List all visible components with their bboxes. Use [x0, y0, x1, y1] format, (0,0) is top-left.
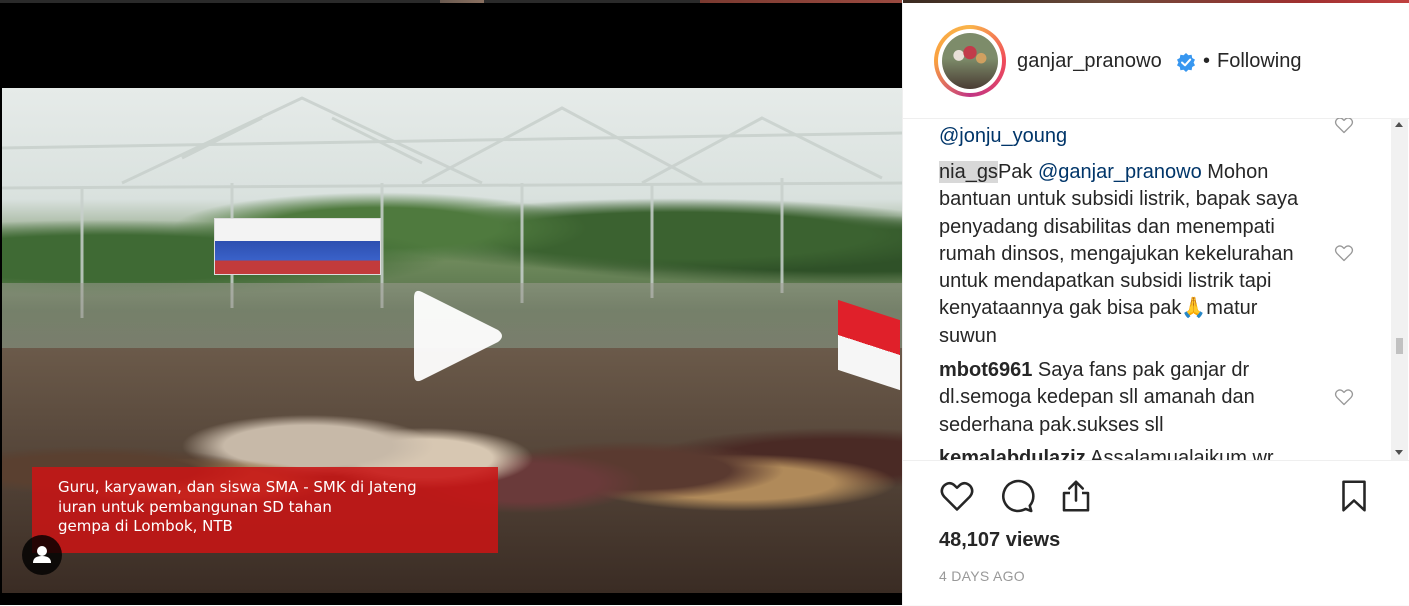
heart-icon[interactable] [939, 478, 975, 514]
comment-item: kemalabdulaziz Assalamualaikum wr [939, 445, 1339, 460]
play-icon [414, 290, 502, 382]
post-header: ganjar_pranowo • Following [903, 3, 1409, 119]
comment-item: mbot6961 Saya fans pak ganjar dr dl.semo… [939, 357, 1311, 439]
top-edge-strip [0, 0, 902, 3]
scrollbar-thumb[interactable] [1396, 338, 1403, 354]
comments-scrollbar[interactable] [1391, 118, 1408, 460]
play-button[interactable] [410, 286, 504, 386]
post-actions: 48,107 views 4 DAYS AGO [903, 460, 1409, 606]
view-count[interactable]: 48,107 views [939, 529, 1060, 552]
post-details-panel: ganjar_pranowo • Following @jonju_young … [902, 0, 1409, 605]
comment-item: @jonju_young [939, 123, 1311, 150]
comment-icon[interactable] [999, 478, 1035, 514]
user-icon [33, 546, 51, 563]
scroll-up-arrow-icon[interactable] [1395, 122, 1403, 127]
video-player[interactable]: Guru, karyawan, dan siswa SMA - SMK di J… [0, 0, 902, 605]
comment-author[interactable]: nia_gs [939, 161, 998, 183]
comment-text-prefix: Pak [997, 161, 1038, 183]
comment-like-icon[interactable] [1334, 118, 1354, 135]
comment-text: Mohon bantuan untuk subsidi listrik, bap… [939, 161, 1299, 347]
mention-link[interactable]: @ganjar_pranowo [1038, 161, 1202, 183]
comment-like-icon[interactable] [1334, 387, 1354, 407]
comment-author[interactable]: kemalabdulaziz [939, 447, 1086, 460]
comment-author[interactable]: mbot6961 [939, 359, 1032, 381]
user-tags-button[interactable] [22, 535, 62, 575]
avatar[interactable] [942, 33, 998, 89]
header-separator: • [1203, 50, 1211, 72]
comment-like-icon[interactable] [1334, 243, 1354, 263]
verified-badge-icon [1177, 53, 1195, 72]
following-button[interactable]: Following [1217, 50, 1301, 73]
bookmark-icon[interactable] [1336, 478, 1372, 514]
scroll-down-arrow-icon[interactable] [1395, 450, 1403, 455]
username-link[interactable]: ganjar_pranowo [1017, 50, 1162, 73]
post-timestamp[interactable]: 4 DAYS AGO [939, 568, 1025, 584]
video-caption-text: Guru, karyawan, dan siswa SMA - SMK di J… [58, 478, 417, 535]
video-scene-banner [214, 218, 381, 275]
avatar-story-ring[interactable] [934, 25, 1006, 97]
share-icon[interactable] [1058, 478, 1094, 514]
comments-list[interactable]: @jonju_young nia_gsPak @ganjar_pranowo M… [903, 118, 1393, 460]
comment-item: nia_gsPak @ganjar_pranowo Mohon bantuan … [939, 159, 1311, 350]
avatar-border [938, 29, 1002, 93]
comment-text: Assalamualaikum wr [1085, 447, 1274, 460]
mention-link[interactable]: @jonju_young [939, 125, 1067, 147]
